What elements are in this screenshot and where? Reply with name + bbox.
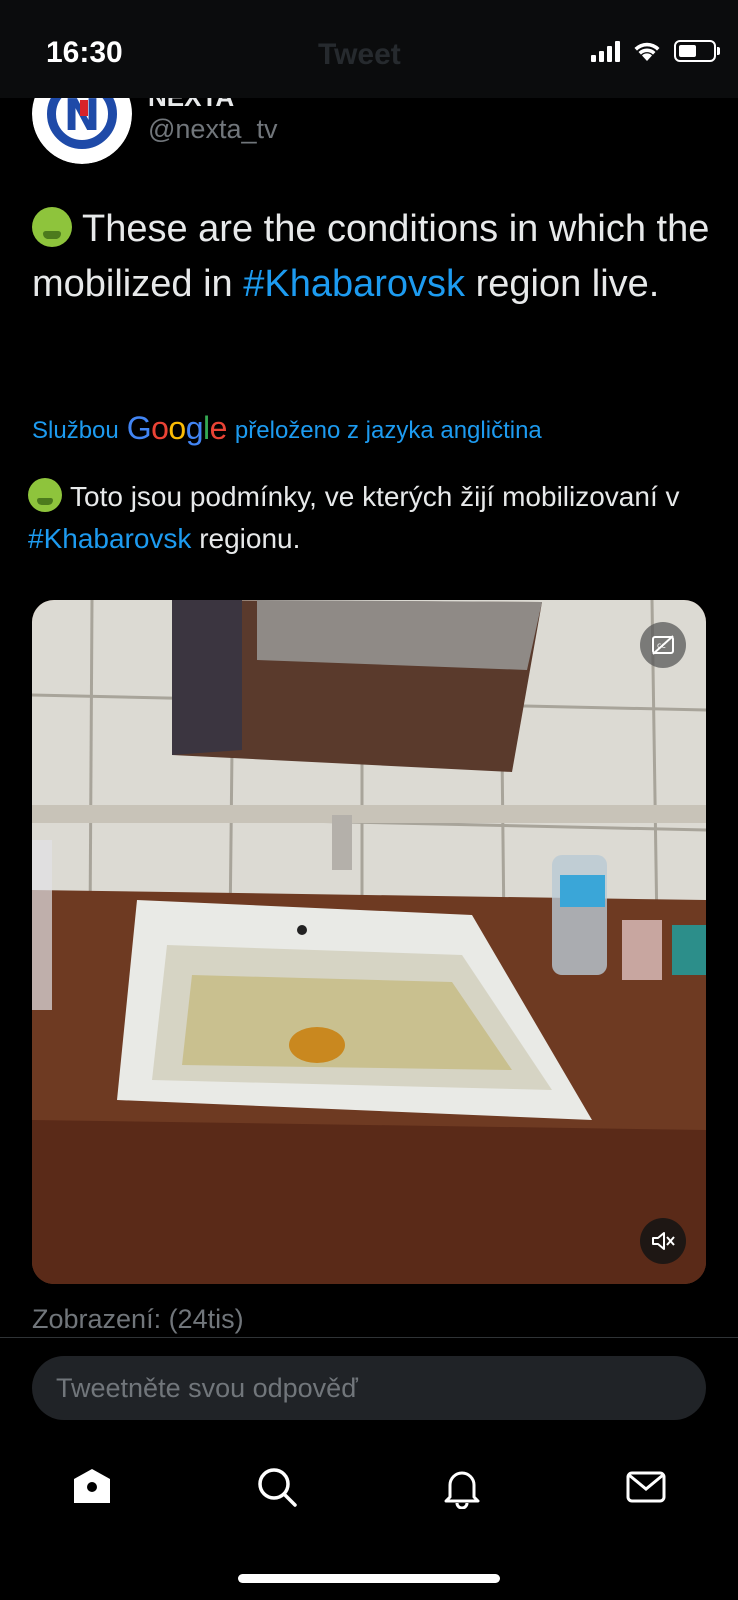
tab-notifications[interactable] — [437, 1462, 487, 1512]
bottom-tab-bar — [0, 1440, 738, 1530]
status-time: 16:30 — [46, 36, 123, 69]
view-count: Zobrazení: (24tis) — [32, 1304, 244, 1334]
translation-suffix: přeloženo z jazyka angličtina — [234, 416, 542, 444]
google-logo: Google — [126, 410, 228, 446]
tab-home[interactable] — [67, 1462, 117, 1512]
header-title: Tweet — [318, 38, 401, 71]
battery-icon — [674, 40, 720, 62]
tab-messages[interactable] — [621, 1462, 671, 1512]
cellular-signal-icon — [591, 40, 620, 62]
search-icon — [258, 1468, 297, 1507]
hashtag-link[interactable]: #Khabarovsk — [28, 523, 191, 554]
status-icons — [591, 40, 720, 62]
messages-icon — [626, 1471, 666, 1503]
home-icon — [74, 1469, 110, 1503]
hashtag-link[interactable]: #Khabarovsk — [243, 263, 465, 305]
home-indicator — [238, 1574, 500, 1583]
divider — [0, 1337, 738, 1338]
video-frame — [32, 600, 706, 1284]
author-name[interactable]: NEXTA — [148, 98, 348, 108]
nauseated-face-emoji-icon — [32, 207, 72, 247]
tab-search[interactable] — [252, 1462, 302, 1512]
author-handle[interactable]: @nexta_tv — [148, 114, 277, 145]
wifi-icon — [634, 42, 660, 61]
reply-input[interactable] — [32, 1356, 706, 1420]
nauseated-face-emoji-icon — [28, 478, 62, 512]
status-bar: 16:30 Tweet — [0, 0, 738, 98]
notifications-icon — [444, 1471, 480, 1509]
translation-attribution[interactable]: Službou Google přeloženo z jazyka anglič… — [32, 410, 542, 449]
translated-text: Toto jsou podmínky, ve kterých žijí mobi… — [28, 476, 728, 560]
tweet-video[interactable]: cc — [32, 600, 706, 1284]
closed-captions-icon: cc — [652, 635, 674, 655]
translation-prefix: Službou — [32, 416, 119, 444]
closed-captions-button[interactable]: cc — [640, 622, 686, 668]
tweet-text: These are the conditions in which the mo… — [32, 207, 710, 305]
mute-icon — [652, 1232, 675, 1250]
mute-button[interactable] — [640, 1218, 686, 1264]
